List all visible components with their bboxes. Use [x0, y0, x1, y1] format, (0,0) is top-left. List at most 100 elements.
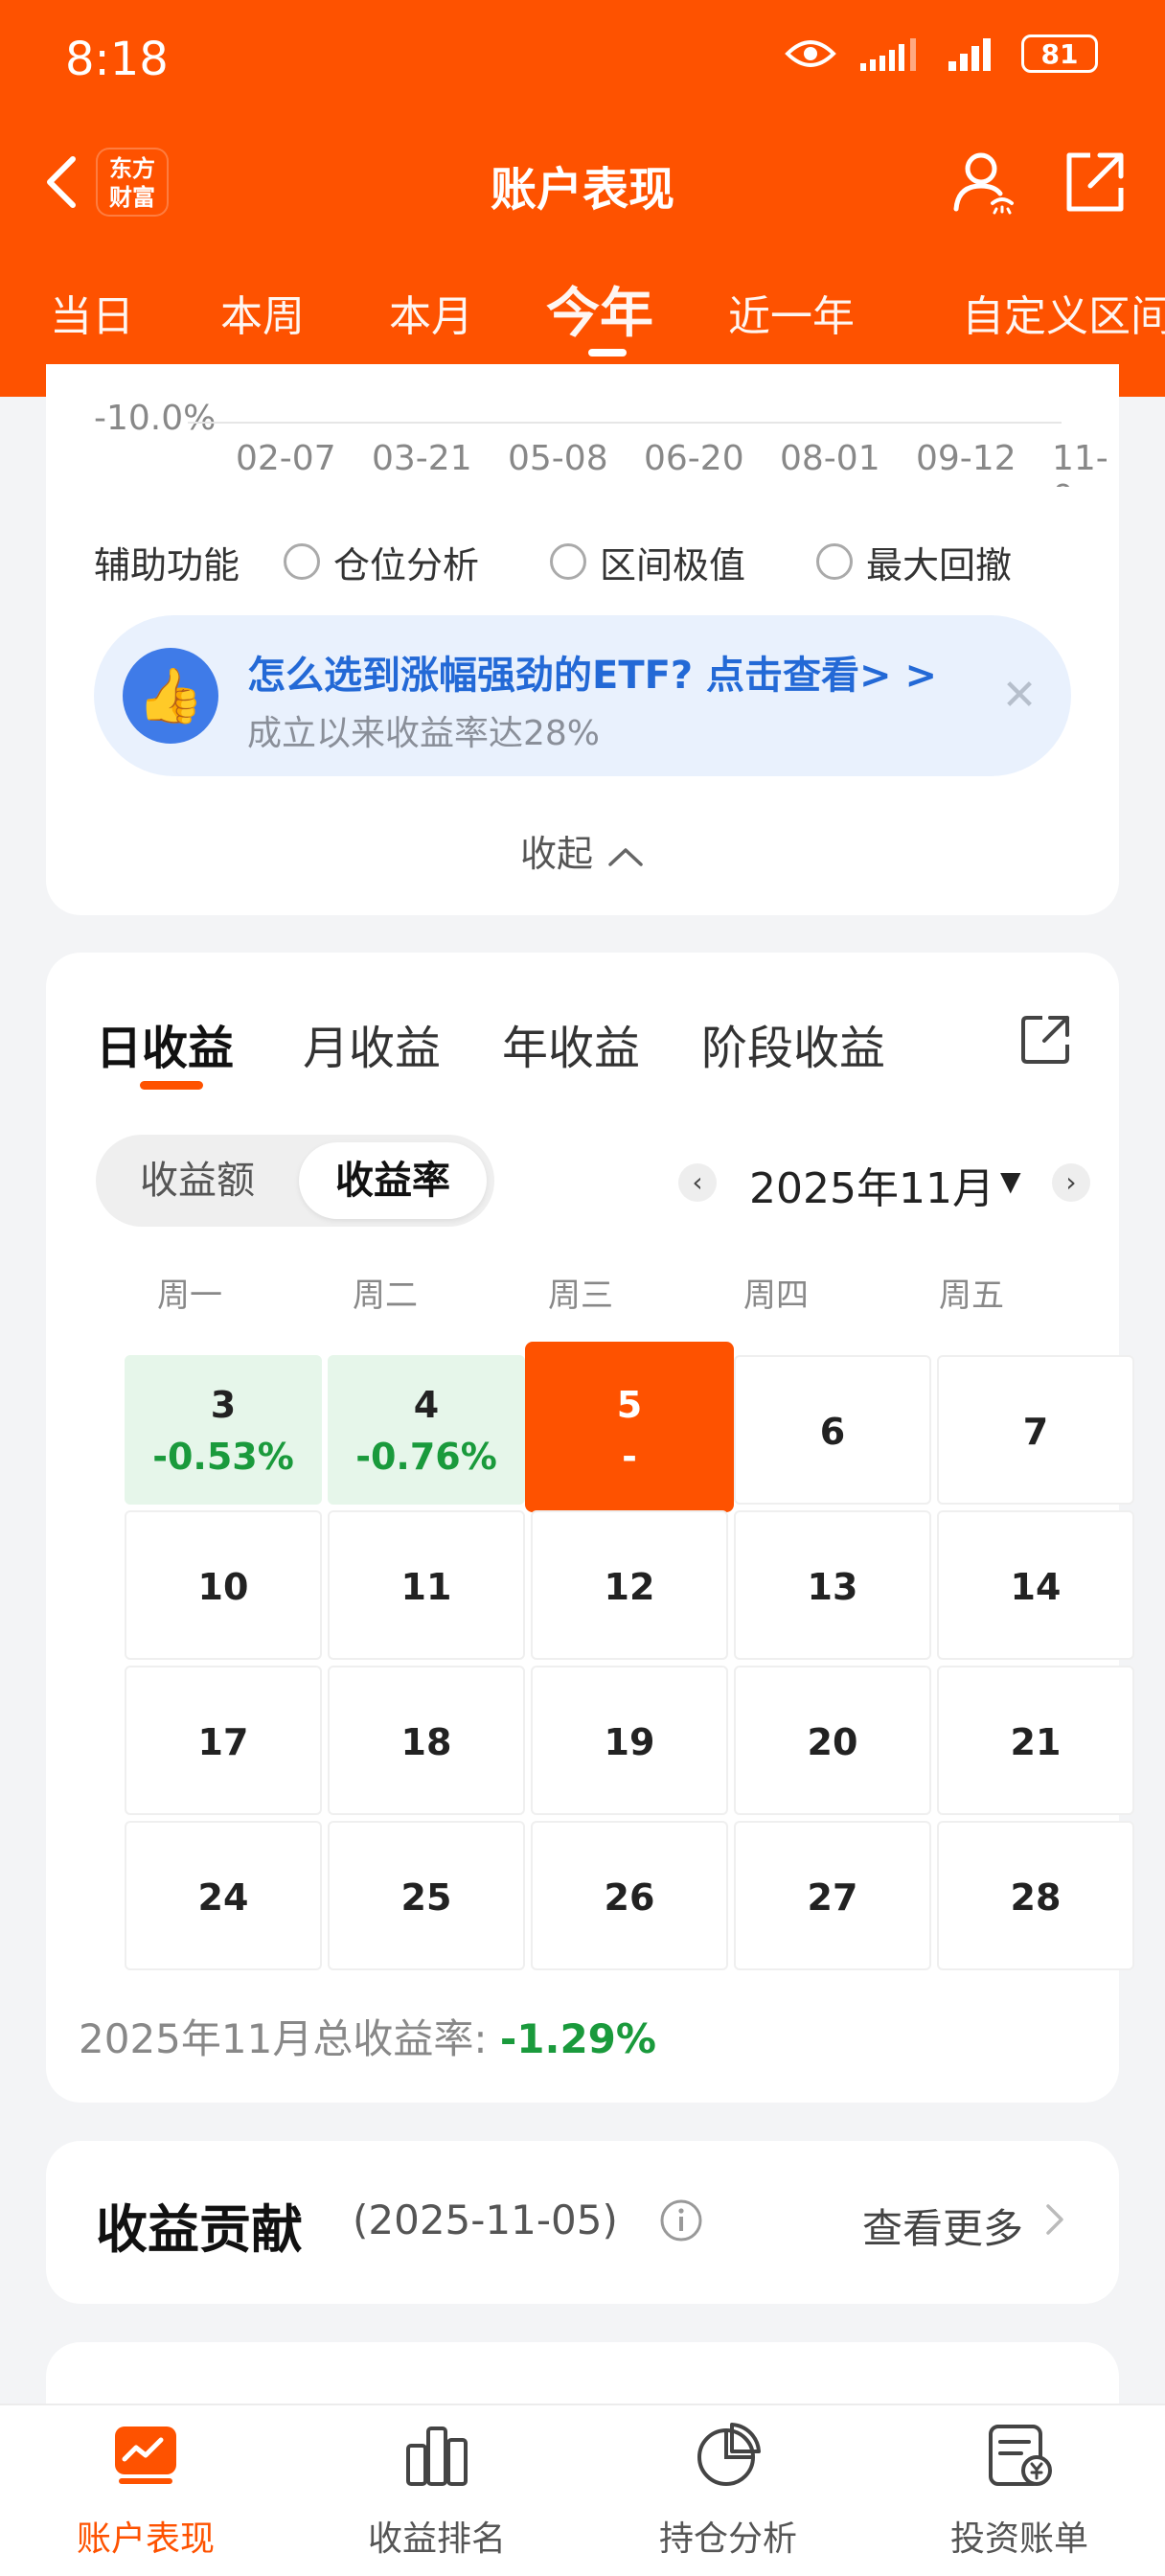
- chart-baseline: [188, 422, 1062, 424]
- day-number: 21: [1010, 1721, 1062, 1763]
- pie-chart-icon: [697, 2423, 761, 2486]
- weekday-label: 周四: [743, 1276, 809, 1315]
- caret-down-icon[interactable]: ▼: [1000, 1165, 1021, 1197]
- promo-banner[interactable]: 👍 怎么选到涨幅强劲的ETF? 点击查看> > 成立以来收益率达28% ✕: [94, 615, 1071, 776]
- aux-option-extreme[interactable]: 区间极值: [550, 536, 745, 588]
- tab-week[interactable]: 本周: [220, 282, 305, 343]
- weekday-header: 周一 周二 周三 周四 周五: [79, 1269, 1056, 1317]
- weekday-label: 周一: [157, 1276, 222, 1315]
- day-number: 6: [819, 1411, 846, 1453]
- collapse-button[interactable]: 收起: [46, 824, 1119, 877]
- weekday-label: 周三: [548, 1276, 613, 1315]
- thumbs-up-icon: 👍: [123, 648, 218, 744]
- calendar-day[interactable]: 17: [125, 1666, 322, 1815]
- tab-stage-returns[interactable]: 阶段收益: [701, 1010, 885, 1077]
- calendar-day[interactable]: 20: [734, 1666, 931, 1815]
- calendar-day[interactable]: 24: [125, 1821, 322, 1970]
- radio-icon[interactable]: [550, 543, 587, 580]
- day-number: 14: [1010, 1566, 1062, 1608]
- close-icon[interactable]: ✕: [996, 673, 1042, 719]
- period-tabs: 当日 本周 本月 今年 近一年 自定义区间: [0, 268, 1165, 356]
- x-tick: 03-21: [372, 439, 472, 478]
- day-number: 10: [197, 1566, 249, 1608]
- radio-icon[interactable]: [816, 543, 854, 580]
- info-icon[interactable]: [659, 2198, 703, 2242]
- calendar-day[interactable]: 12: [531, 1510, 728, 1660]
- calendar-grid: 3 -0.53% 4 -0.76% 5- 6 7 10 11 12 13 14 17…: [79, 1342, 1134, 1970]
- nav-holdings-analysis[interactable]: 持仓分析: [582, 2419, 874, 2572]
- calendar-day[interactable]: 3 -0.53%: [125, 1355, 322, 1505]
- share-icon[interactable]: [1017, 1010, 1075, 1068]
- eye-icon: [785, 40, 836, 67]
- calendar-day[interactable]: 19: [531, 1666, 728, 1815]
- performance-icon: [115, 2426, 176, 2484]
- day-number: 17: [197, 1721, 249, 1763]
- aux-option-position[interactable]: 仓位分析: [284, 536, 479, 588]
- day-number: 26: [604, 1876, 655, 1919]
- calendar-day-selected[interactable]: 5-: [525, 1342, 734, 1512]
- chevron-left-icon[interactable]: ‹: [678, 1163, 717, 1202]
- day-number: 5: [616, 1384, 643, 1426]
- weekday-label: 周五: [939, 1276, 1004, 1315]
- aux-option-label: 仓位分析: [333, 543, 480, 586]
- bottom-nav: 账户表现 收益排名 持仓分析 投资账单: [0, 2404, 1165, 2576]
- active-tab-indicator: [140, 1081, 203, 1090]
- calendar-day[interactable]: 6: [734, 1355, 931, 1505]
- share-icon[interactable]: [1058, 146, 1131, 218]
- calendar-day[interactable]: 11: [328, 1510, 525, 1660]
- aux-option-drawdown[interactable]: 最大回撤: [816, 536, 1012, 588]
- calendar-day[interactable]: 18: [328, 1666, 525, 1815]
- nav-label: 持仓分析: [658, 2519, 797, 2559]
- calendar-day[interactable]: 28: [937, 1821, 1134, 1970]
- nav-investment-bill[interactable]: 投资账单: [874, 2419, 1165, 2572]
- active-tab-indicator: [588, 349, 627, 356]
- contribution-card[interactable]: 收益贡献 (2025-11-05) 查看更多: [46, 2141, 1119, 2304]
- user-icon[interactable]: [948, 146, 1021, 218]
- monthly-total: 2025年11月总收益率: -1.29%: [79, 2007, 656, 2065]
- aux-title: 辅助功能: [94, 543, 240, 586]
- returns-card: 日收益 月收益 年收益 阶段收益 收益额 收益率 ‹ 2025年11月 ▼ › …: [46, 953, 1134, 2103]
- day-number: 25: [400, 1876, 452, 1919]
- calendar-day[interactable]: 14: [937, 1510, 1134, 1660]
- nav-returns-ranking[interactable]: 收益排名: [291, 2419, 582, 2572]
- tab-custom-range[interactable]: 自定义区间: [962, 282, 1165, 343]
- tab-daily-returns[interactable]: 日收益: [96, 1010, 234, 1077]
- battery-indicator: 81: [1021, 34, 1098, 73]
- day-rate: -0.53%: [152, 1436, 294, 1478]
- chevron-right-icon[interactable]: ›: [1052, 1163, 1090, 1202]
- month-label[interactable]: 2025年11月: [749, 1154, 994, 1215]
- calendar-day[interactable]: 21: [937, 1666, 1134, 1815]
- promo-title[interactable]: 怎么选到涨幅强劲的ETF? 点击查看> >: [247, 644, 937, 700]
- monthly-total-label: 2025年11月总收益率:: [79, 2015, 500, 2062]
- day-number: 4: [413, 1384, 440, 1426]
- see-more-link[interactable]: 查看更多: [862, 2196, 1023, 2255]
- radio-icon[interactable]: [284, 543, 321, 580]
- calendar-day[interactable]: 26: [531, 1821, 728, 1970]
- segment-rate[interactable]: 收益率: [299, 1142, 487, 1219]
- calendar-day[interactable]: 4 -0.76%: [328, 1355, 525, 1505]
- day-number: 28: [1010, 1876, 1062, 1919]
- segment-amount[interactable]: 收益额: [103, 1142, 291, 1219]
- calendar-day[interactable]: 7: [937, 1355, 1134, 1505]
- tab-today[interactable]: 当日: [50, 282, 134, 343]
- tab-this-year[interactable]: 今年: [546, 270, 653, 348]
- tab-yearly-returns[interactable]: 年收益: [502, 1010, 640, 1077]
- x-tick: 05-08: [508, 439, 608, 478]
- calendar-day[interactable]: 13: [734, 1510, 931, 1660]
- day-number: 13: [807, 1566, 858, 1608]
- performance-chart-card: -10.0% 02-07 03-21 05-08 06-20 08-01 09-…: [46, 364, 1119, 915]
- tab-last-year[interactable]: 近一年: [728, 282, 855, 343]
- x-tick: 08-01: [780, 439, 880, 478]
- day-rate: -: [622, 1436, 637, 1478]
- x-axis: 02-07 03-21 05-08 06-20 08-01 09-12 11-0: [190, 439, 1109, 487]
- calendar-day[interactable]: 25: [328, 1821, 525, 1970]
- calendar-day[interactable]: 27: [734, 1821, 931, 1970]
- nav-account-performance[interactable]: 账户表现: [0, 2419, 291, 2572]
- tab-month[interactable]: 本月: [389, 282, 473, 343]
- collapse-label: 收起: [519, 833, 593, 875]
- chevron-right-icon[interactable]: [1035, 2200, 1073, 2239]
- nav-label: 收益排名: [367, 2519, 506, 2559]
- tab-monthly-returns[interactable]: 月收益: [303, 1010, 441, 1077]
- nav-label: 投资账单: [949, 2519, 1088, 2559]
- calendar-day[interactable]: 10: [125, 1510, 322, 1660]
